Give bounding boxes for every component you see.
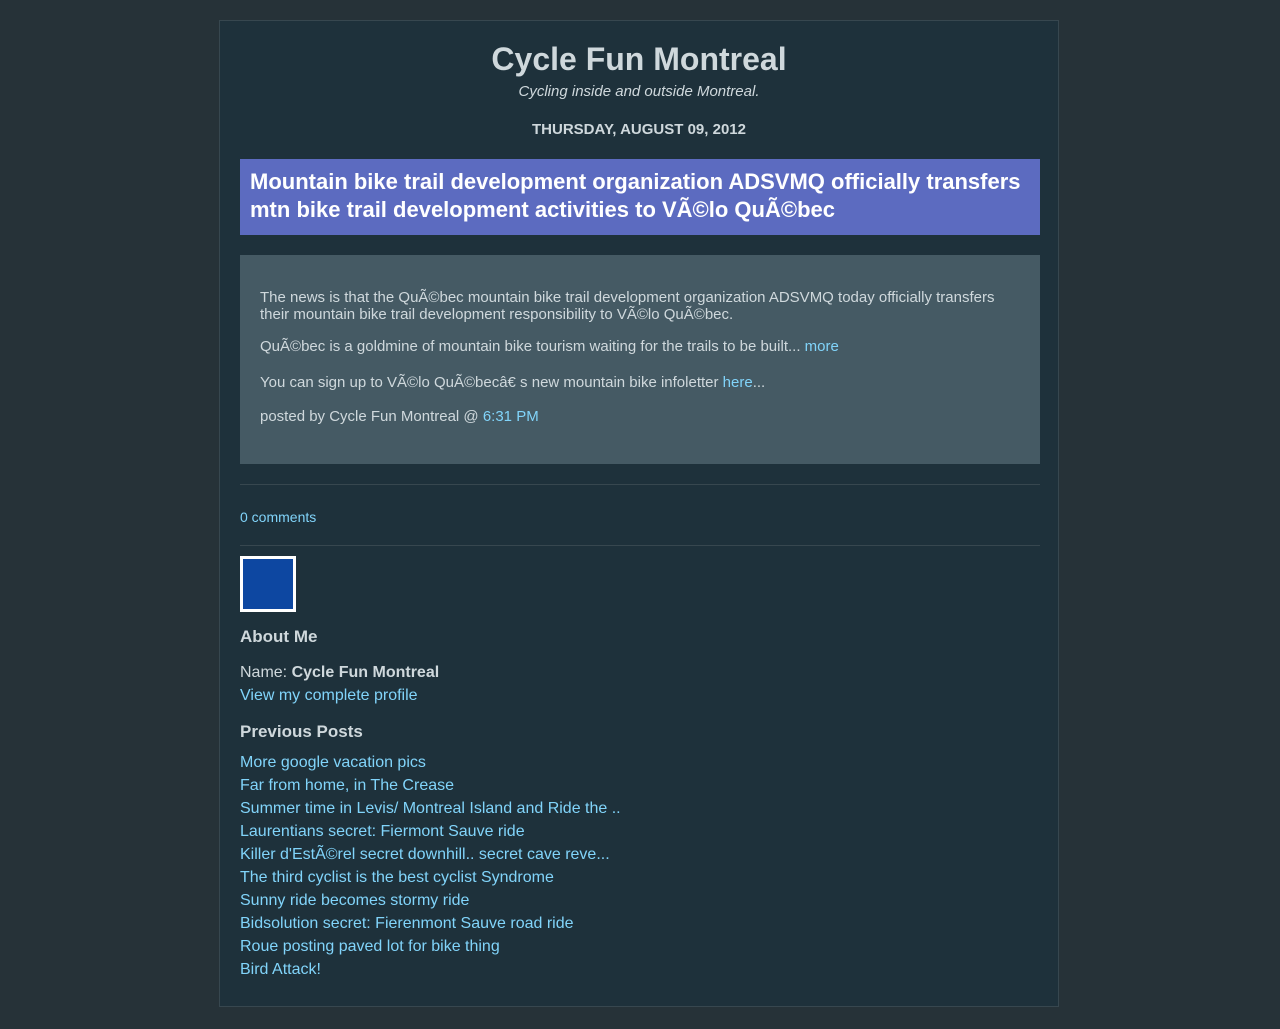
list-item: Bidsolution secret: Fierenmont Sauve roa… [240, 912, 621, 935]
previous-post-link[interactable]: Laurentians secret: Fiermont Sauve ride [240, 823, 525, 840]
post-title: Mountain bike trail development organiza… [240, 159, 1040, 235]
previous-post-link[interactable]: Sunny ride becomes stormy ride [240, 892, 469, 909]
post-paragraph: The news is that the QuÃ©bec mountain bi… [260, 289, 995, 323]
previous-posts-list: More google vacation pics Far from home,… [240, 751, 621, 981]
list-item: Killer d'EstÃ©rel secret downhill.. secr… [240, 843, 621, 866]
profile-avatar[interactable] [240, 556, 296, 612]
previous-post-link[interactable]: Roue posting paved lot for bike thing [240, 938, 500, 955]
post-paragraph: You can sign up to VÃ©lo QuÃ©becâ€ s new… [260, 374, 1020, 392]
post-paragraph-suffix: ... [752, 374, 766, 391]
previous-post-link[interactable]: Killer d'EstÃ©rel secret downhill.. secr… [240, 846, 610, 863]
list-item: The third cyclist is the best cyclist Sy… [240, 866, 621, 889]
list-item: Laurentians secret: Fiermont Sauve ride [240, 820, 621, 843]
post-time-link[interactable]: 6:31 PM [483, 408, 539, 425]
post-paragraph-text: QuÃ©bec is a goldmine of mountain bike t… [260, 338, 805, 355]
post-paragraph: QuÃ©bec is a goldmine of mountain bike t… [260, 338, 1020, 356]
previous-post-link[interactable]: Bird Attack! [240, 961, 321, 978]
post-paragraph-text: You can sign up to VÃ©lo QuÃ©becâ€ s new… [260, 374, 723, 391]
blog-title[interactable]: Cycle Fun Montreal [220, 40, 1058, 78]
previous-posts-heading: Previous Posts [240, 722, 363, 741]
list-item: Roue posting paved lot for bike thing [240, 935, 621, 958]
list-item: More google vacation pics [240, 751, 621, 774]
about-me-heading: About Me [240, 627, 318, 646]
list-item: Far from home, in The Crease [240, 774, 621, 797]
profile-name-value: Cycle Fun Montreal [291, 664, 440, 681]
divider [240, 545, 1040, 546]
previous-post-link[interactable]: More google vacation pics [240, 754, 426, 771]
here-link[interactable]: here [723, 374, 753, 391]
list-item: Sunny ride becomes stormy ride [240, 889, 621, 912]
previous-post-link[interactable]: Far from home, in The Crease [240, 777, 454, 794]
profile-name-label: Name: [240, 664, 292, 681]
blog-container: Cycle Fun Montreal Cycling inside and ou… [219, 20, 1059, 1007]
previous-post-link[interactable]: The third cyclist is the best cyclist Sy… [240, 869, 554, 886]
comments-link[interactable]: 0 comments [240, 509, 316, 526]
post-body: The news is that the QuÃ©bec mountain bi… [240, 255, 1040, 464]
previous-post-link[interactable]: Summer time in Levis/ Montreal Island an… [240, 800, 621, 817]
list-item: Summer time in Levis/ Montreal Island an… [240, 797, 621, 820]
post-date: Thursday, August 09, 2012 [532, 121, 746, 138]
more-link[interactable]: more [805, 338, 839, 355]
post-footer: posted by Cycle Fun Montreal @ 6:31 PM [260, 408, 1020, 426]
blog-description: Cycling inside and outside Montreal. [518, 83, 760, 100]
view-profile-link[interactable]: View my complete profile [240, 686, 418, 706]
previous-post-link[interactable]: Bidsolution secret: Fierenmont Sauve roa… [240, 915, 574, 932]
profile-name: Name: Cycle Fun Montreal [240, 663, 439, 683]
posted-by-text: posted by Cycle Fun Montreal @ [260, 408, 483, 425]
divider [240, 484, 1040, 485]
list-item: Bird Attack! [240, 958, 621, 981]
